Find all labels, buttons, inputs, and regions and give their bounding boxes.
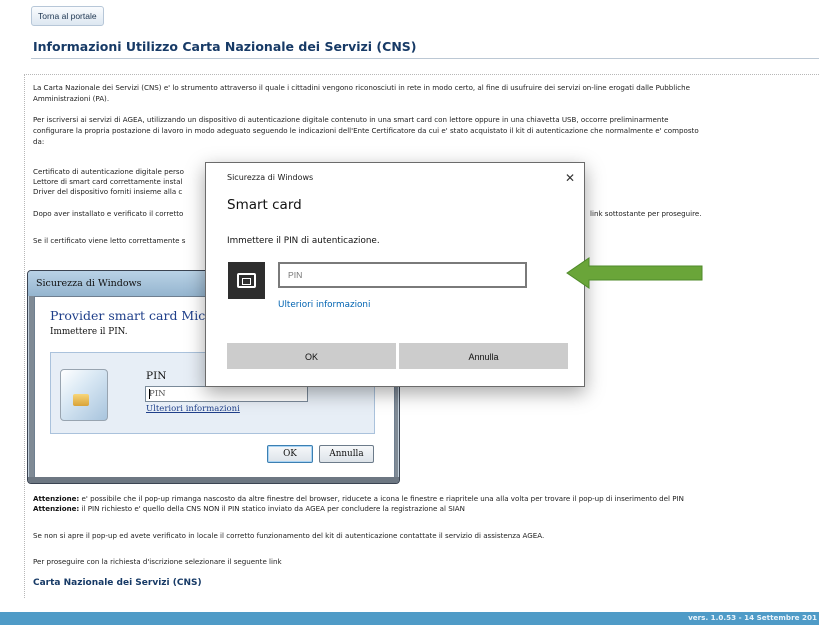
setup-paragraph-line: Per iscriversi ai servizi di AGEA, utili…: [33, 115, 669, 124]
close-icon[interactable]: ✕: [562, 170, 578, 186]
version-label: vers. 1.0.53 - 14 Settembre 201: [688, 613, 817, 622]
win7-pin-label: PIN: [146, 370, 167, 382]
win7-bottom-band: [28, 477, 399, 483]
cns-link[interactable]: Carta Nazionale dei Servizi (CNS): [33, 578, 202, 588]
smart-card-chip-icon: [60, 369, 108, 421]
ok-button[interactable]: OK: [227, 343, 396, 369]
text-caret: [149, 389, 150, 399]
win7-pin-input: PIN: [145, 386, 308, 402]
cancel-button[interactable]: Annulla: [399, 343, 568, 369]
warning-text: il PIN richiesto e' quello della CNS NON…: [81, 504, 465, 513]
warning-pin-type: Attenzione: il PIN richiesto e' quello d…: [33, 504, 813, 515]
smart-card-pin-dialog: Sicurezza di Windows ✕ Smart card Immett…: [205, 162, 585, 387]
install-paragraph-end: link sottostante per proseguire.: [590, 209, 702, 218]
smart-card-glyph: [237, 273, 256, 288]
back-to-portal-button[interactable]: Torna al portale: [31, 6, 104, 26]
dialog-instruction: Immettere il PIN di autenticazione.: [227, 236, 380, 246]
win7-cancel-button: Annulla: [319, 445, 374, 463]
pin-input[interactable]: [278, 262, 527, 288]
footer-bar: vers. 1.0.53 - 14 Settembre 201: [0, 612, 819, 625]
arrow-annotation-icon: [566, 257, 703, 289]
smart-card-icon: [228, 262, 265, 299]
win7-pin-placeholder: PIN: [149, 389, 166, 399]
setup-paragraph-line: configurare la propria postazione di lav…: [33, 126, 699, 135]
proceed-paragraph: Per proseguire con la richiesta d'iscriz…: [33, 557, 282, 566]
page-title: Informazioni Utilizzo Carta Nazionale de…: [33, 39, 417, 54]
win7-dialog-title: Sicurezza di Windows: [36, 278, 142, 289]
warning-popup-hidden: Attenzione: e' possibile che il pop-up r…: [33, 494, 813, 505]
win7-dialog-instruction: Immettere il PIN.: [50, 327, 128, 337]
more-info-link[interactable]: Ulteriori informazioni: [278, 300, 370, 310]
win7-ok-button: OK: [267, 445, 313, 463]
dialog-caption: Sicurezza di Windows: [227, 173, 314, 182]
warning-text: e' possibile che il pop-up rimanga nasco…: [81, 494, 684, 503]
win7-more-info-link: Ulteriori informazioni: [146, 404, 240, 414]
dialog-heading: Smart card: [227, 197, 302, 213]
warning-label: Attenzione:: [33, 494, 80, 503]
intro-paragraph-line: Amministrazioni (PA).: [33, 94, 110, 103]
support-paragraph: Se non si apre il pop-up ed avete verifi…: [33, 531, 545, 540]
warning-label: Attenzione:: [33, 504, 80, 513]
title-divider: [31, 58, 819, 59]
setup-paragraph-line: da:: [33, 137, 45, 146]
intro-paragraph-line: La Carta Nazionale dei Servizi (CNS) e' …: [33, 83, 690, 92]
win7-dialog-heading: Provider smart card Micros: [50, 308, 226, 323]
